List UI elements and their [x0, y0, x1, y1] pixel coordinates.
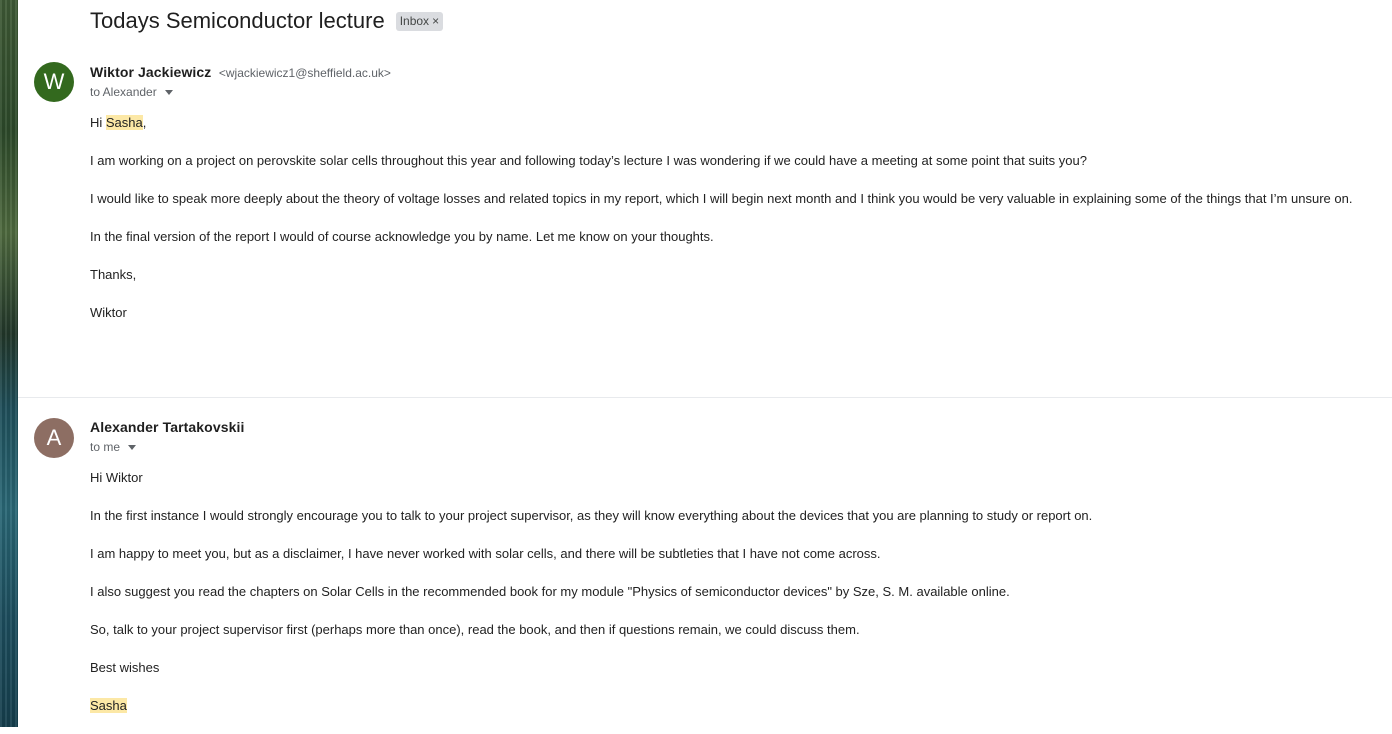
greeting-prefix: Hi: [90, 115, 106, 130]
body-paragraph: I am happy to meet you, but as a disclai…: [90, 546, 881, 561]
chevron-down-icon[interactable]: [128, 444, 137, 450]
recipient-details-toggle[interactable]: to Alexander: [90, 85, 173, 99]
sender-avatar[interactable]: W: [34, 62, 74, 102]
inbox-label-text: Inbox: [399, 13, 430, 28]
body-paragraph: I also suggest you read the chapters on …: [90, 584, 1010, 599]
sender-line: Alexander Tartakovskii: [90, 419, 244, 437]
sender-name[interactable]: Wiktor Jackiewicz: [90, 64, 211, 80]
email-body: Hi Wiktor In the first instance I would …: [90, 468, 1092, 734]
body-paragraph: I would like to speak more deeply about …: [90, 191, 1353, 206]
sender-line: Wiktor Jackiewicz <wjackiewicz1@sheffiel…: [90, 64, 391, 82]
email-message-1: W Wiktor Jackiewicz <wjackiewicz1@sheffi…: [18, 58, 1392, 396]
desktop-background-strip: [0, 0, 18, 727]
signature: Wiktor: [90, 305, 127, 320]
body-paragraph: In the first instance I would strongly e…: [90, 508, 1093, 523]
highlighted-name: Sasha: [105, 115, 143, 130]
email-subject: Todays Semiconductor lecture: [90, 8, 385, 33]
recipient-text: to me: [90, 440, 121, 454]
body-paragraph: I am working on a project on perovskite …: [90, 153, 1087, 168]
greeting: Hi Sasha,: [90, 113, 1352, 132]
body-paragraph: So, talk to your project supervisor firs…: [90, 622, 860, 637]
email-subject-bar: Todays Semiconductor lecture Inbox ×: [90, 6, 444, 36]
highlighted-name: Sasha: [90, 698, 127, 713]
sign-off: Best wishes: [90, 660, 160, 675]
signature: Sasha: [90, 696, 1092, 715]
chevron-down-icon[interactable]: [164, 89, 173, 95]
email-message-2: A Alexander Tartakovskii to me Hi Wiktor…: [18, 398, 1392, 727]
sign-off: Thanks,: [90, 267, 137, 282]
sender-email: <wjackiewicz1@sheffield.ac.uk>: [218, 66, 391, 80]
greeting-suffix: ,: [142, 115, 147, 130]
body-paragraph: In the final version of the report I wou…: [90, 229, 714, 244]
remove-label-icon[interactable]: ×: [432, 13, 439, 30]
email-body: Hi Sasha, I am working on a project on p…: [90, 113, 1352, 341]
sender-avatar[interactable]: A: [34, 418, 74, 458]
recipient-details-toggle[interactable]: to me: [90, 440, 137, 454]
inbox-label-chip[interactable]: Inbox ×: [395, 11, 444, 31]
recipient-text: to Alexander: [90, 85, 157, 99]
greeting: Hi Wiktor: [90, 470, 143, 485]
sender-name[interactable]: Alexander Tartakovskii: [90, 419, 244, 435]
